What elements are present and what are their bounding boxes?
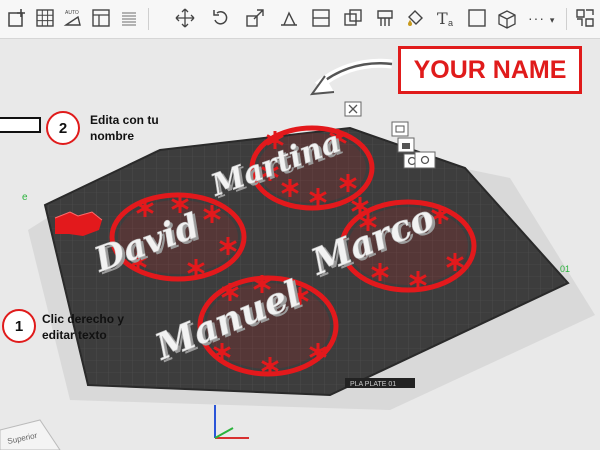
text-edit-field[interactable]: [0, 117, 41, 133]
svg-text:T: T: [437, 9, 448, 28]
plate-label: PLA PLATE 01: [350, 381, 396, 388]
scale-icon[interactable]: [244, 7, 266, 29]
cut-icon[interactable]: [310, 7, 332, 29]
step-1-text: Clic derecho y editar texto: [42, 312, 125, 342]
axis-letter: e: [22, 192, 28, 203]
axis-gizmo: [214, 405, 249, 439]
view-icon[interactable]: [414, 151, 436, 169]
step-2-badge: 2: [46, 111, 80, 145]
auto-orient-icon[interactable]: AUTO: [62, 7, 84, 29]
plate-layout-icon[interactable]: [90, 7, 112, 29]
assembly-icon[interactable]: [574, 7, 596, 29]
move-icon[interactable]: [174, 7, 196, 29]
add-object-icon[interactable]: [6, 7, 28, 29]
your-name-banner: YOUR NAME: [398, 46, 582, 94]
box-primitive-icon[interactable]: [496, 7, 518, 29]
svg-text:a: a: [448, 18, 453, 28]
rotate-icon[interactable]: [210, 7, 232, 29]
pointer-arrow: [309, 58, 393, 96]
more-icon[interactable]: ··· ▾: [528, 10, 555, 26]
support-paint-icon[interactable]: [374, 7, 396, 29]
paint-color-icon[interactable]: [404, 7, 426, 29]
svg-text:AUTO: AUTO: [65, 10, 79, 16]
view-cube[interactable]: Superior: [0, 419, 61, 450]
place-face-icon[interactable]: [278, 7, 300, 29]
step-1-badge: 1: [2, 309, 36, 343]
text-tool-icon[interactable]: Ta: [436, 7, 458, 29]
arrange-plate-icon[interactable]: [391, 121, 409, 137]
viewport-3d[interactable]: PLA PLATE 01 01 e Martina Martina David …: [0, 38, 600, 450]
main-toolbar: AUTO Ta ··· ▾: [0, 0, 600, 39]
shape-icon[interactable]: [466, 7, 488, 29]
plate-number: 01: [560, 264, 570, 274]
step-2-text: Edita con tu nombre: [90, 113, 159, 143]
boolean-icon[interactable]: [342, 7, 364, 29]
layer-list-icon[interactable]: [118, 7, 140, 29]
arrange-grid-icon[interactable]: [34, 7, 56, 29]
